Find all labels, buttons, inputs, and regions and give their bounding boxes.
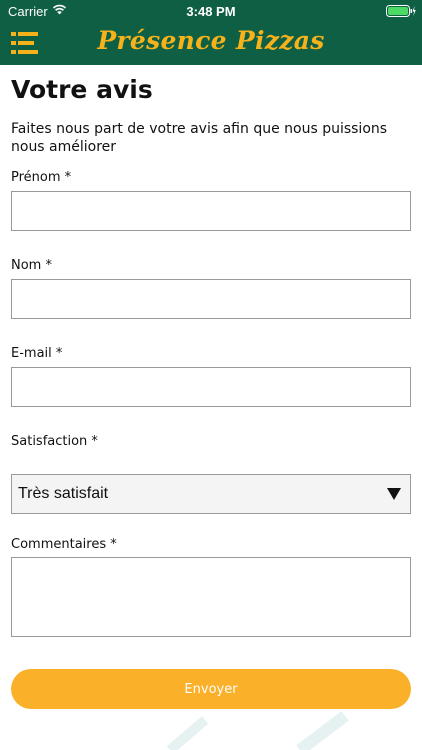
commentaires-label: Commentaires * bbox=[11, 537, 117, 552]
brand-logo: Présence Pizzas bbox=[97, 26, 325, 55]
page-title: Votre avis bbox=[11, 75, 153, 104]
satisfaction-selected-value: Très satisfait bbox=[18, 485, 109, 502]
nom-label: Nom * bbox=[11, 258, 52, 273]
satisfaction-label: Satisfaction * bbox=[11, 434, 98, 449]
submit-button[interactable]: Envoyer bbox=[11, 669, 411, 709]
email-input[interactable] bbox=[11, 367, 411, 407]
app-header: Carrier 3:48 PM Présence Pizzas bbox=[0, 0, 422, 65]
triangle-down-icon bbox=[387, 488, 401, 500]
satisfaction-select[interactable]: Très satisfait bbox=[11, 474, 411, 514]
nom-input[interactable] bbox=[11, 279, 411, 319]
status-time: 3:48 PM bbox=[186, 4, 236, 19]
prenom-label: Prénom * bbox=[11, 170, 72, 185]
page-intro: Faites nous part de votre avis afin que … bbox=[11, 121, 388, 155]
commentaires-textarea[interactable] bbox=[11, 557, 411, 637]
background-decoration bbox=[166, 712, 349, 750]
prenom-input[interactable] bbox=[11, 191, 411, 231]
battery-charging-icon bbox=[386, 5, 416, 17]
email-label: E-mail * bbox=[11, 346, 63, 361]
app-bar: Présence Pizzas bbox=[0, 22, 422, 65]
status-bar: Carrier 3:48 PM bbox=[0, 0, 422, 22]
